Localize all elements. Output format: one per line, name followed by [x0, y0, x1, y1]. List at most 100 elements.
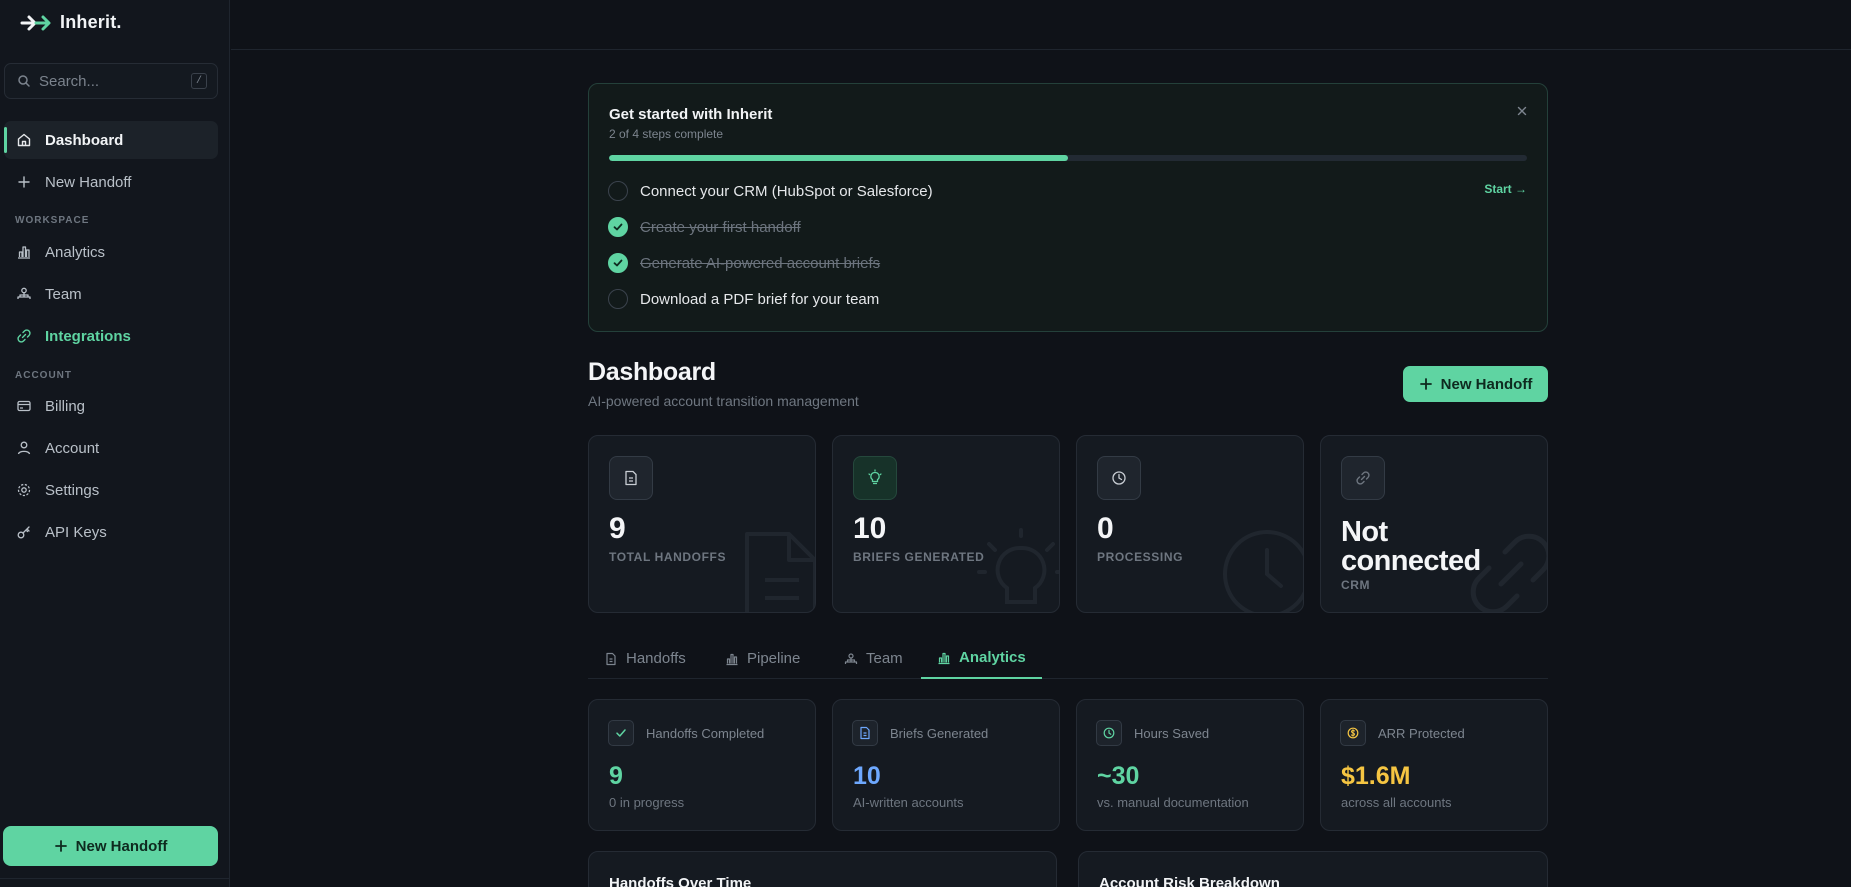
link-watermark-icon — [1463, 526, 1547, 612]
close-icon[interactable] — [1515, 104, 1529, 118]
metric-value: 9 — [609, 762, 623, 790]
check-icon — [608, 720, 634, 746]
team-icon — [16, 286, 32, 302]
panel-handoffs-over-time: Handoffs Over Time — [588, 851, 1057, 887]
page-subtitle: AI-powered account transition management — [588, 393, 859, 409]
sidebar-item-label: API Keys — [45, 523, 107, 541]
search-input[interactable] — [39, 72, 191, 90]
bar-chart-icon — [937, 651, 951, 665]
metric-value: 10 — [853, 762, 881, 790]
metric-card-handoffs-completed: Handoffs Completed 9 0 in progress — [588, 699, 816, 831]
sidebar-item-dashboard[interactable]: Dashboard — [4, 121, 218, 159]
sidebar-item-label: Analytics — [45, 243, 106, 261]
tab-pipeline[interactable]: Pipeline — [709, 638, 816, 679]
check-circle-icon — [608, 253, 628, 273]
dollar-icon — [1340, 720, 1366, 746]
clock-watermark-icon — [1219, 526, 1303, 612]
top-bar — [231, 0, 1851, 50]
sidebar-new-handoff-button[interactable]: New Handoff — [3, 826, 218, 866]
credit-card-icon — [16, 398, 32, 414]
onboarding-step-download-pdf[interactable]: Download a PDF brief for your team — [608, 289, 879, 309]
sidebar-item-integrations[interactable]: Integrations — [4, 317, 218, 355]
metric-label: ARR Protected — [1378, 726, 1465, 741]
stat-label: PROCESSING — [1097, 550, 1184, 564]
tab-label: Analytics — [959, 649, 1026, 666]
logo[interactable]: Inherit. — [20, 12, 122, 33]
step-label: Connect your CRM (HubSpot or Salesforce) — [640, 182, 933, 200]
stat-value: 0 — [1097, 512, 1114, 545]
tab-analytics[interactable]: Analytics — [921, 638, 1042, 679]
sidebar-item-label: New Handoff — [45, 173, 132, 191]
stat-card-processing: 0 PROCESSING — [1076, 435, 1304, 613]
logo-arrows-icon — [20, 13, 56, 33]
panel-account-risk-breakdown: Account Risk Breakdown — [1078, 851, 1548, 887]
metric-label: Handoffs Completed — [646, 726, 765, 741]
sidebar-item-label: Billing — [45, 397, 86, 415]
onboarding-step-connect-crm[interactable]: Connect your CRM (HubSpot or Salesforce) — [608, 181, 933, 201]
onboarding-step-generate-briefs[interactable]: Generate AI-powered account briefs — [608, 253, 880, 273]
tab-handoffs[interactable]: Handoffs — [588, 638, 702, 679]
metric-label: Hours Saved — [1134, 726, 1210, 741]
sidebar-item-analytics[interactable]: Analytics — [4, 233, 218, 271]
search-icon — [17, 74, 31, 88]
stat-card-briefs-generated: 10 BRIEFS GENERATED — [832, 435, 1060, 613]
onboarding-subtitle: 2 of 4 steps complete — [609, 127, 724, 141]
search-shortcut-key: / — [191, 73, 207, 89]
plus-icon — [16, 174, 32, 190]
stat-value-line1: Not — [1341, 516, 1388, 548]
sidebar-item-api-keys[interactable]: API Keys — [4, 513, 218, 551]
divider — [0, 878, 230, 879]
check-circle-icon — [608, 217, 628, 237]
section-label-account: ACCOUNT — [15, 370, 72, 381]
app-name: Inherit. — [60, 12, 122, 32]
step-unchecked-icon — [608, 289, 628, 309]
metric-sub: 0 in progress — [609, 795, 685, 810]
sidebar-item-label: Integrations — [45, 327, 131, 345]
stat-label: CRM — [1341, 578, 1371, 592]
gear-icon — [16, 482, 32, 498]
new-handoff-button[interactable]: New Handoff — [1403, 366, 1548, 402]
sidebar-item-settings[interactable]: Settings — [4, 471, 218, 509]
tab-team[interactable]: Team — [828, 638, 919, 679]
metric-sub: AI-written accounts — [853, 795, 964, 810]
team-icon — [844, 652, 858, 666]
sidebar-item-label: Team — [45, 285, 82, 303]
stat-value-line2: connected — [1341, 545, 1481, 577]
link-icon — [16, 328, 32, 344]
sidebar-item-new-handoff[interactable]: New Handoff — [4, 163, 218, 201]
metric-label: Briefs Generated — [890, 726, 989, 741]
document-icon — [604, 652, 618, 666]
section-label-workspace: WORKSPACE — [15, 215, 90, 226]
clock-icon — [1097, 456, 1141, 500]
search-box[interactable]: / — [4, 63, 218, 99]
sidebar-item-label: Settings — [45, 481, 100, 499]
plus-icon — [1419, 377, 1433, 391]
step-unchecked-icon — [608, 181, 628, 201]
page-title: Dashboard — [588, 358, 716, 386]
progress-fill — [609, 155, 1068, 161]
metric-sub: vs. manual documentation — [1097, 795, 1249, 810]
sidebar-item-account[interactable]: Account — [4, 429, 218, 467]
sidebar-item-label: Dashboard — [45, 131, 124, 149]
tab-label: Pipeline — [747, 650, 801, 667]
sidebar: Inherit. / Dashboard New Handoff WORKSPA… — [0, 0, 230, 887]
stat-value: 9 — [609, 512, 626, 545]
dashboard-tabs: Handoffs Pipeline Team Analytics — [588, 638, 1548, 679]
step-label: Create your first handoff — [640, 218, 801, 236]
bar-chart-icon — [725, 652, 739, 666]
onboarding-step-create-handoff[interactable]: Create your first handoff — [608, 217, 801, 237]
start-crm-link[interactable]: Start → — [1484, 182, 1527, 196]
onboarding-title: Get started with Inherit — [609, 106, 773, 123]
tab-label: Handoffs — [626, 650, 686, 667]
metric-value: $1.6M — [1341, 762, 1411, 790]
metric-value: ~30 — [1097, 762, 1140, 790]
sidebar-item-billing[interactable]: Billing — [4, 387, 218, 425]
bar-chart-icon — [16, 244, 32, 260]
step-label: Download a PDF brief for your team — [640, 290, 880, 308]
link-icon — [1341, 456, 1385, 500]
stat-card-crm: Not connected CRM — [1320, 435, 1548, 613]
stat-card-total-handoffs: 9 TOTAL HANDOFFS — [588, 435, 816, 613]
sidebar-item-team[interactable]: Team — [4, 275, 218, 313]
lightbulb-icon — [853, 456, 897, 500]
document-icon — [852, 720, 878, 746]
